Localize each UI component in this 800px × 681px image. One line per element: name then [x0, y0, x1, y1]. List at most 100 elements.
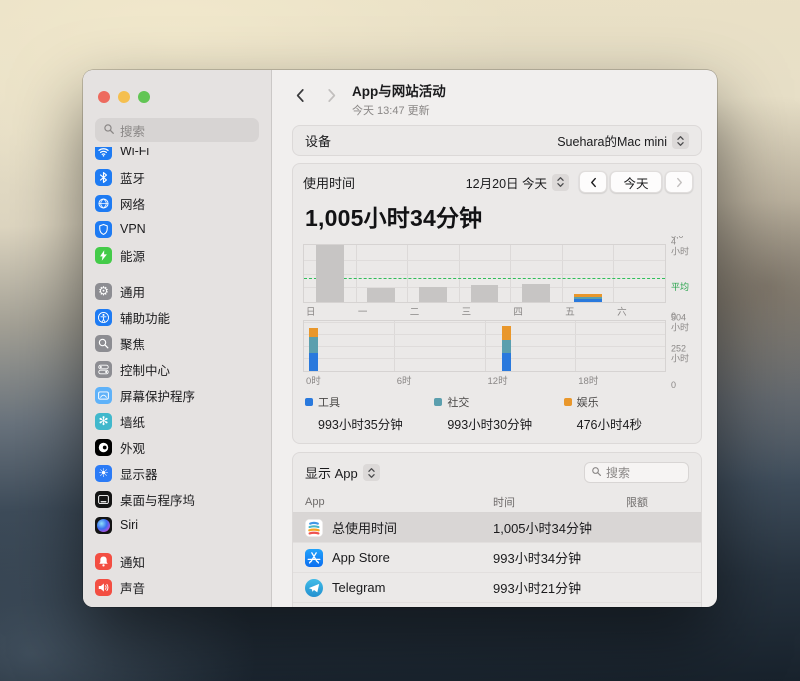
sidebar-item-网络[interactable]: 网络 [83, 190, 271, 216]
next-day-button[interactable] [665, 171, 693, 193]
legend-category-time: 993小时30分钟 [447, 418, 533, 432]
magnifier-icon [95, 334, 112, 352]
search-icon [591, 466, 602, 480]
today-button[interactable]: 今天 [610, 171, 662, 193]
app-row-App Store[interactable]: App Store 993小时34分钟 [293, 543, 701, 573]
accessibility-icon [95, 308, 112, 326]
sidebar-group: ⚙ 通用 辅助功能 聚焦 控制中心屏幕保护程序 ✻ 墙纸外观 ☀ 显示器桌面与程序坞 Siri [83, 278, 271, 538]
sidebar-item-声音[interactable]: 声音 [83, 574, 271, 600]
sidebar-item-label: 桌面与程序坞 [120, 493, 196, 508]
legend-item-工具: 工具 993小时35分钟 [305, 394, 434, 433]
page-updated-timestamp: 今天 13:47 更新 [352, 105, 430, 117]
bluetooth-icon [95, 168, 112, 186]
legend-category-name: 工具 [318, 397, 340, 409]
sidebar-item-蓝牙[interactable]: 蓝牙 [83, 164, 271, 190]
hourly-usage-chart: 0时 6时 12时 18时 504 小时 252 小时 0 [303, 312, 693, 390]
legend-item-社交: 社交 993小时30分钟 [434, 394, 563, 433]
sidebar-item-Siri[interactable]: Siri [83, 512, 271, 538]
apps-search-input[interactable]: 搜索 [584, 462, 689, 483]
prev-day-button[interactable] [579, 171, 607, 193]
sidebar-item-通知[interactable]: 通知 [83, 548, 271, 574]
sidebar-item-label: 蓝牙 [120, 171, 146, 186]
weekly-bar-三 [470, 284, 499, 302]
sidebar-item-屏幕保护程序[interactable]: 屏幕保护程序 [83, 382, 271, 408]
app-row-总使用时间[interactable]: 总使用时间 1,005小时34分钟 [293, 513, 701, 543]
legend-category-name: 社交 [447, 397, 470, 409]
day-label: 一 [357, 307, 368, 318]
sidebar-item-显示器[interactable]: ☀ 显示器 [83, 460, 271, 486]
sun-icon: ☀ [95, 464, 112, 482]
forward-button[interactable] [320, 83, 344, 107]
sidebar-item-label: 屏幕保护程序 [120, 389, 196, 404]
sidebar-item-label: Siri [120, 518, 139, 532]
toggles-icon [95, 360, 112, 378]
app-name: App Store [332, 550, 390, 565]
sidebar-item-label: 外观 [120, 441, 146, 456]
sidebar-item-能源[interactable]: 能源 [83, 242, 271, 268]
sidebar-item-墙纸[interactable]: ✻ 墙纸 [83, 408, 271, 434]
sidebar-item-label: Wi-Fi [120, 147, 150, 158]
minimize-button[interactable] [118, 91, 130, 103]
main-header: App与网站活动 今天 13:47 更新 [272, 70, 717, 120]
sidebar-item-外观[interactable]: 外观 [83, 434, 271, 460]
legend-color-swatch [305, 398, 313, 406]
show-app-dropdown[interactable]: 显示 App [305, 463, 380, 482]
weekly-bar-五 [573, 294, 602, 302]
sidebar-item-label: 能源 [120, 249, 146, 264]
app-name: Telegram [332, 580, 386, 595]
legend-color-swatch [434, 398, 443, 406]
hourly-chart-hour-labels: 0时 6时 12时 18时 [303, 372, 666, 387]
device-dropdown[interactable]: Suehara的Mac mini [557, 131, 689, 150]
sidebar-item-控制中心[interactable]: 控制中心 [83, 356, 271, 382]
shield-icon [95, 220, 112, 238]
appearance-icon [95, 438, 112, 456]
column-header-App[interactable]: App [293, 496, 493, 508]
usage-card: 使用时间 12月20日 今天 今天 1,005小时34分钟 日 一 二 三 四 … [292, 163, 702, 444]
hourly-chart-y-axis: 504 小时 252 小时 0 [666, 312, 693, 390]
hourly-bar-12时 [501, 326, 511, 371]
weekly-bar-二 [419, 286, 447, 302]
day-label: 五 [565, 307, 575, 318]
sidebar-item-通用[interactable]: ⚙ 通用 [83, 278, 271, 304]
date-dropdown[interactable]: 12月20日 今天 [466, 173, 569, 192]
hour-label: 18时 [578, 376, 599, 387]
sidebar-search-placeholder: 搜索 [120, 124, 146, 139]
column-header-时间[interactable]: 时间 [493, 494, 626, 510]
close-button[interactable] [98, 91, 110, 103]
screensaver-icon [95, 386, 112, 404]
sidebar-item-label: 显示器 [120, 467, 158, 482]
sidebar-item-VPN[interactable]: VPN [83, 216, 271, 242]
legend-category-time: 476小时4秒 [576, 418, 642, 432]
y-tick-label: 252 小时 [671, 343, 690, 364]
sidebar-item-辅助功能[interactable]: 辅助功能 [83, 304, 271, 330]
sidebar-item-label: 通用 [120, 285, 146, 300]
hourly-chart-plot [303, 320, 666, 372]
column-header-限额[interactable]: 限额 [626, 494, 701, 510]
usage-section-label: 使用时间 [303, 175, 356, 191]
day-label: 四 [513, 307, 523, 318]
wifi-icon [95, 147, 112, 160]
app-row-Telegram[interactable]: Telegram 993小时21分钟 [293, 573, 701, 603]
app-row-Safari浏览器[interactable]: Safari浏览器952小时54分钟 [293, 603, 701, 607]
legend-category-name: 娱乐 [576, 397, 599, 409]
app-store-icon [305, 548, 323, 567]
sidebar-group: 通知 声音 [83, 548, 271, 600]
legend-item-娱乐: 娱乐 476小时4秒 [563, 394, 693, 433]
sidebar-item-Wi-Fi[interactable]: Wi-Fi [83, 147, 271, 164]
total-usage-time: 1,005小时34分钟 [305, 205, 483, 231]
zoom-button[interactable] [138, 91, 150, 103]
average-line [304, 278, 665, 280]
back-button[interactable] [288, 83, 312, 107]
speaker-icon [95, 578, 112, 596]
sidebar-item-桌面与程序坞[interactable]: 桌面与程序坞 [83, 486, 271, 512]
weekly-bar-四 [522, 284, 550, 302]
hour-label: 6时 [396, 376, 412, 387]
desktop-dock-icon [95, 490, 112, 508]
sidebar-list: Wi-Fi 蓝牙网络 VPN 能源 ⚙ 通用 辅助功能 聚焦 控制中心屏幕保护程序 ✻ 墙纸外观 ☀ 显… [83, 147, 271, 607]
sidebar-item-聚焦[interactable]: 聚焦 [83, 330, 271, 356]
category-legend: 工具 993小时35分钟 社交 993小时30分钟 娱乐 476小时4秒 [305, 394, 693, 433]
sidebar-search-input[interactable]: 搜索 [95, 118, 259, 142]
apps-card: 显示 App 搜索 App 时间 限额 总使用时间 1,005小时34分钟 App St… [292, 452, 702, 607]
weekly-chart-plot [303, 244, 666, 303]
device-dropdown-value: Suehara的Mac mini [557, 135, 667, 149]
